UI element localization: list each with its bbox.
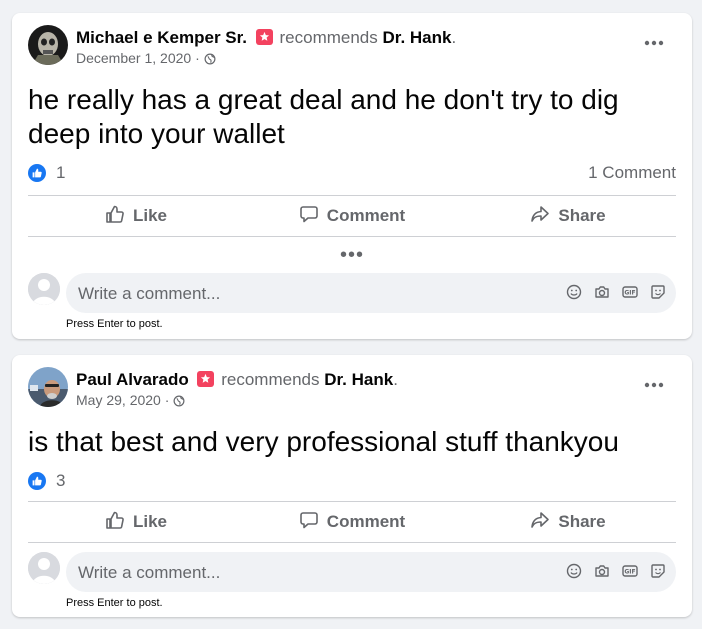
comment-placeholder: Write a comment...: [78, 563, 221, 582]
page-suffix: .: [393, 370, 398, 389]
post-card: Paul Alvarado recommends Dr. Hank. May 2…: [12, 355, 692, 617]
action-bar: Like Comment Share: [28, 195, 676, 237]
author-name[interactable]: Michael e Kemper Sr.: [76, 28, 247, 47]
post-date[interactable]: December 1, 2020 ·: [76, 50, 200, 66]
post-date-line: December 1, 2020 ·: [76, 50, 216, 68]
comment-tools: GIF: [566, 284, 666, 300]
page-name[interactable]: Dr. Hank: [383, 28, 452, 47]
comment-composer: Write a comment... GIF: [28, 552, 676, 592]
share-icon: [530, 510, 550, 535]
post-date-line: May 29, 2020 ·: [76, 392, 185, 410]
post-text: he really has a great deal and he don't …: [28, 84, 619, 149]
sticker-icon[interactable]: [650, 284, 666, 300]
emoji-icon[interactable]: [566, 563, 582, 579]
like-button[interactable]: Like: [28, 502, 244, 542]
share-button[interactable]: Share: [460, 502, 676, 542]
post-stats: 3: [28, 469, 676, 493]
comment-input[interactable]: Write a comment... GIF: [66, 552, 676, 592]
comment-placeholder: Write a comment...: [78, 284, 221, 303]
action-text: recommends: [221, 370, 320, 389]
comment-tools: GIF: [566, 563, 666, 579]
emoji-icon[interactable]: [566, 284, 582, 300]
comment-label: Comment: [326, 206, 406, 225]
post-hint: Press Enter to post.: [66, 318, 163, 330]
post-card: Michael e Kemper Sr. recommends Dr. Hank…: [12, 13, 692, 339]
post-date[interactable]: May 29, 2020 ·: [76, 392, 169, 408]
comment-count[interactable]: 1 Comment: [588, 163, 676, 183]
post-hint: Press Enter to post.: [66, 597, 163, 609]
gif-icon[interactable]: GIF: [622, 284, 638, 300]
like-thumb-icon: [28, 164, 46, 182]
post-header: Michael e Kemper Sr. recommends Dr. Hank…: [28, 25, 676, 68]
share-button[interactable]: Share: [460, 196, 676, 236]
sticker-icon[interactable]: [650, 563, 666, 579]
recommend-star-icon: [197, 371, 215, 387]
globe-icon: [204, 52, 216, 68]
like-count: 3: [56, 471, 66, 490]
like-label: Like: [132, 206, 168, 225]
like-thumb-icon: [28, 472, 46, 490]
share-icon: [530, 204, 550, 229]
camera-icon[interactable]: [594, 563, 610, 579]
author-line: Michael e Kemper Sr. recommends Dr. Hank…: [76, 28, 456, 48]
page-suffix: .: [451, 28, 457, 47]
post-text: is that best and very professional stuff…: [28, 426, 619, 457]
comment-label: Comment: [326, 512, 406, 531]
camera-icon[interactable]: [594, 284, 610, 300]
author-avatar[interactable]: [28, 367, 68, 407]
share-label: Share: [558, 206, 606, 225]
post-header: Paul Alvarado recommends Dr. Hank. May 2…: [28, 367, 676, 410]
author-line: Paul Alvarado recommends Dr. Hank.: [76, 370, 398, 390]
comment-input[interactable]: Write a comment... GIF: [66, 273, 676, 313]
comment-button[interactable]: Comment: [244, 196, 460, 236]
author-avatar[interactable]: [28, 25, 68, 65]
user-avatar: [28, 273, 60, 305]
like-icon: [105, 510, 125, 535]
like-button[interactable]: Like: [28, 196, 244, 236]
like-label: Like: [132, 512, 168, 531]
reaction-summary[interactable]: 3: [28, 471, 65, 491]
more-options-icon[interactable]: [640, 29, 668, 57]
comment-composer: Write a comment... GIF: [28, 273, 676, 313]
share-label: Share: [558, 512, 606, 531]
svg-text:GIF: GIF: [624, 290, 635, 297]
post-stats: 1 1 Comment: [28, 161, 676, 185]
view-more-comments-icon[interactable]: •••: [12, 245, 692, 265]
comment-icon: [299, 204, 319, 229]
like-count: 1: [56, 163, 66, 182]
action-text: recommends: [279, 28, 378, 47]
comment-icon: [299, 510, 319, 535]
comment-button[interactable]: Comment: [244, 502, 460, 542]
like-icon: [105, 204, 125, 229]
recommend-star-icon: [255, 29, 273, 45]
author-name[interactable]: Paul Alvarado: [76, 370, 189, 389]
gif-icon[interactable]: GIF: [622, 563, 638, 579]
page-name[interactable]: Dr. Hank: [324, 370, 393, 389]
svg-text:GIF: GIF: [624, 569, 635, 576]
user-avatar: [28, 552, 60, 584]
action-bar: Like Comment Share: [28, 501, 676, 543]
reaction-summary[interactable]: 1: [28, 163, 65, 183]
globe-icon: [173, 394, 185, 410]
more-options-icon[interactable]: [640, 371, 668, 399]
